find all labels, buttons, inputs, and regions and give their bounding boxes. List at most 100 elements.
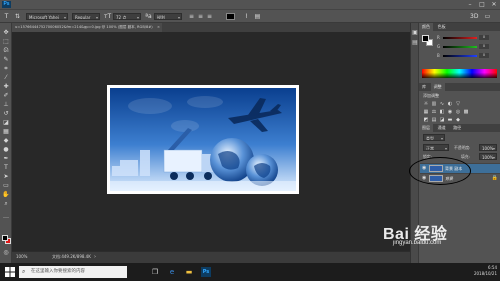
invert-icon[interactable]: ◩ [423,117,429,123]
system-clock[interactable]: 6:54 2018/10/21 [474,265,497,277]
align-left-icon[interactable]: ≡ [188,13,195,20]
properties-panel-icon[interactable]: ▤ [411,39,419,46]
crop-tool-icon[interactable]: ⌗ [2,65,10,72]
panel-foreground-color[interactable] [422,35,429,42]
color-panel-swatches[interactable] [422,35,434,47]
file-explorer-icon[interactable]: ▬ [184,267,194,277]
slider-green-value[interactable]: 0 [479,44,489,49]
clock-date: 2018/10/21 [473,271,497,276]
color-balance-icon[interactable]: ⚖ [431,109,437,115]
history-brush-tool-icon[interactable]: ↺ [2,110,10,117]
tab-paths[interactable]: 路径 [450,124,464,132]
more-tools-icon[interactable]: … [2,213,10,220]
close-tab-icon[interactable]: × [157,23,160,32]
slider-green-label: G [437,44,441,49]
tools-panel: ✥ ⬚ ᘏ ✎ ⌗ ⁄ ✚ ✐ ⊥ ↺ ◪ ▦ ◆ ● ✒ T ➤ ▭ ✋ ⌕ … [0,23,12,263]
brush-tool-icon[interactable]: ✐ [2,92,10,99]
vibrance-icon[interactable]: ▽ [455,101,461,107]
font-family-select[interactable]: Microsoft Yahei [26,13,68,20]
edge-icon[interactable]: e [167,267,177,277]
shape-tool-icon[interactable]: ▭ [2,182,10,189]
align-right-icon[interactable]: ≡ [206,13,213,20]
threshold-icon[interactable]: ◪ [439,117,445,123]
photo-filter-icon[interactable]: ◉ [447,109,453,115]
slider-green[interactable]: G 0 [437,44,489,50]
pen-tool-icon[interactable]: ✒ [2,155,10,162]
lookup-icon[interactable]: ▩ [463,109,469,115]
tab-channels[interactable]: 通道 [435,124,449,132]
align-center-icon[interactable]: ≡ [197,13,204,20]
fill-field[interactable]: 100% [479,153,497,160]
gradient-tool-icon[interactable]: ▦ [2,128,10,135]
tab-color[interactable]: 颜色 [419,23,433,31]
maximize-icon[interactable]: □ [476,0,488,9]
eraser-tool-icon[interactable]: ◪ [2,119,10,126]
posterize-icon[interactable]: ▤ [431,117,437,123]
photoshop-taskbar-icon[interactable]: Ps [201,267,211,277]
font-style-select[interactable]: Regular [72,13,100,20]
healing-tool-icon[interactable]: ✚ [2,83,10,90]
slider-red-track[interactable] [443,37,477,39]
history-panel-icon[interactable]: ▣ [411,29,419,36]
slider-red-value[interactable]: 0 [479,35,489,40]
character-panel-icon[interactable]: ▤ [254,13,261,20]
document-image[interactable] [107,85,299,194]
slider-red[interactable]: R 0 [437,35,489,41]
clone-stamp-tool-icon[interactable]: ⊥ [2,101,10,108]
document-tab[interactable]: u=1576644475270006052&fm=214&gp=0.jpg @ … [12,23,162,32]
eyedropper-tool-icon[interactable]: ⁄ [2,74,10,81]
close-icon[interactable]: ✕ [488,0,500,9]
layer-filter-select[interactable]: 类型 [423,134,445,141]
zoom-level[interactable]: 100% [16,254,27,259]
quick-mask-icon[interactable]: ◎ [2,249,10,256]
slider-blue[interactable]: B 0 [437,53,489,59]
task-view-icon[interactable]: ❐ [150,267,160,277]
opacity-field[interactable]: 100% [479,144,497,151]
marquee-tool-icon[interactable]: ⬚ [2,38,10,45]
taskbar-search[interactable]: ⌕ 在这里输入你要搜索的内容 [19,266,127,278]
quick-select-tool-icon[interactable]: ✎ [2,56,10,63]
path-select-tool-icon[interactable]: ➤ [2,173,10,180]
bw-icon[interactable]: ◧ [439,109,445,115]
blend-mode-select[interactable]: 正常 [423,144,449,151]
type-tool-icon[interactable]: T [3,13,10,20]
tab-libraries[interactable]: 库 [419,83,429,91]
minimize-icon[interactable]: – [464,0,476,9]
text-color-swatch[interactable] [226,13,235,20]
gradient-map-icon[interactable]: ▬ [447,117,453,123]
warp-text-icon[interactable]: ⌇ [243,13,250,20]
slider-blue-label: B [437,53,440,58]
slider-green-track[interactable] [443,46,477,48]
curves-icon[interactable]: ∿ [439,101,445,107]
color-spectrum[interactable] [422,69,497,78]
color-swatches[interactable] [2,235,12,245]
search-icon: ⌕ [22,268,26,275]
selective-color-icon[interactable]: ◆ [455,117,461,123]
zoom-tool-icon[interactable]: ⌕ [2,200,10,207]
hue-icon[interactable]: ▦ [423,109,429,115]
tab-adjustments[interactable]: 调整 [430,83,445,91]
move-tool-icon[interactable]: ✥ [2,29,10,36]
status-arrow-icon[interactable]: › [94,254,96,260]
slider-blue-value[interactable]: 0 [479,53,489,58]
windows-start-icon[interactable] [5,267,15,277]
antialias-select[interactable]: 锐利 [154,13,182,20]
font-size-select[interactable]: 72 点 [113,13,141,20]
lasso-tool-icon[interactable]: ᘏ [2,47,10,54]
document-tab-bar: u=1576644475270006052&fm=214&gp=0.jpg @ … [12,23,410,32]
exposure-icon[interactable]: ◐ [447,101,453,107]
text-orientation-icon[interactable]: ⇅ [14,13,21,20]
brightness-icon[interactable]: ☼ [423,101,429,107]
slider-blue-track[interactable] [443,55,477,57]
tab-swatches[interactable]: 色板 [435,23,449,31]
channel-mixer-icon[interactable]: ◎ [455,109,461,115]
dodge-tool-icon[interactable]: ● [2,146,10,153]
levels-icon[interactable]: ▥ [431,101,437,107]
foreground-color[interactable] [2,235,8,241]
hand-tool-icon[interactable]: ✋ [2,191,10,198]
3d-icon[interactable]: 3D [470,13,478,20]
type-tool-icon-2[interactable]: T [2,164,10,171]
tab-layers[interactable]: 图层 [419,124,433,132]
workspace-icon[interactable]: ▭ [484,13,491,20]
blur-tool-icon[interactable]: ◆ [2,137,10,144]
